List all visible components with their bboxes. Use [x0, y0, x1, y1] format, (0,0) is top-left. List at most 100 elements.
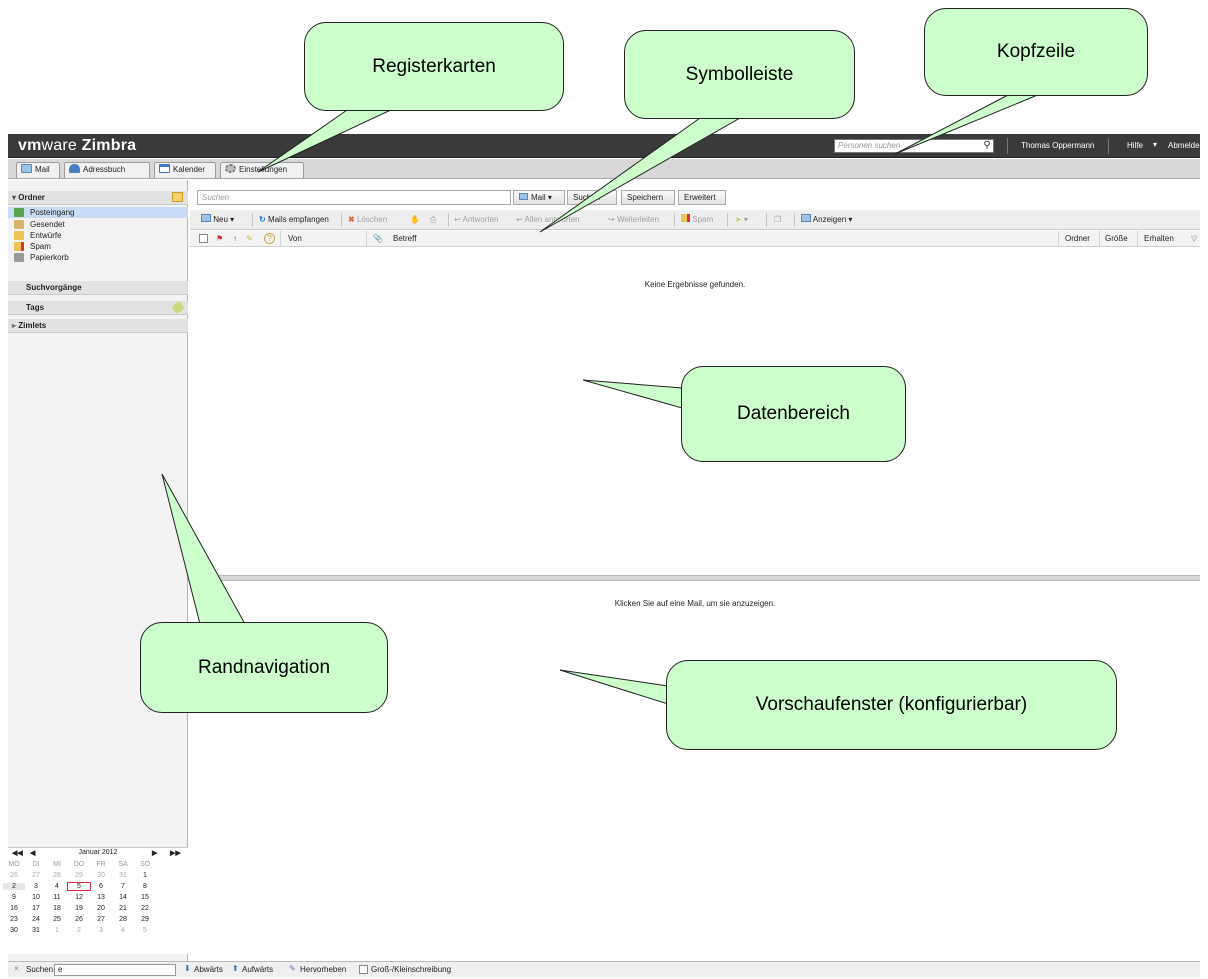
delete-button[interactable]: ✖ Löschen — [348, 214, 387, 226]
new-window-icon[interactable]: ❐ — [774, 214, 781, 226]
attachment-icon[interactable]: 📎 — [373, 234, 383, 244]
user-name-link[interactable]: Thomas Oppermann — [1021, 141, 1094, 150]
calendar-day[interactable]: 25 — [46, 916, 68, 923]
search-icon[interactable]: ⚲ — [980, 139, 994, 153]
next-year-icon[interactable]: ▶▶ — [170, 849, 181, 857]
calendar-day[interactable]: 21 — [112, 905, 134, 912]
search-input[interactable]: Suchen — [197, 190, 511, 205]
arrow-up-icon[interactable]: ⬆ — [232, 964, 239, 973]
tab-mail[interactable]: Mail — [16, 162, 60, 178]
tag-icon[interactable]: ✎ — [246, 234, 253, 244]
calendar-day[interactable]: 30 — [3, 927, 25, 934]
column-subject[interactable]: Betreff — [393, 234, 416, 244]
sidebar-item-sent[interactable]: Gesendet — [8, 219, 188, 230]
spam-button[interactable]: Spam — [681, 214, 713, 226]
forward-button[interactable]: ↪ Weiterleiten — [608, 214, 659, 226]
calendar-day-today[interactable]: 5 — [67, 882, 91, 891]
tab-address-book[interactable]: Adressbuch — [64, 162, 150, 178]
calendar-day[interactable]: 22 — [134, 905, 156, 912]
chevron-down-icon[interactable]: ▾ — [1153, 140, 1157, 149]
next-month-icon[interactable]: ▶ — [152, 849, 157, 857]
find-down-button[interactable]: Abwärts — [194, 965, 223, 974]
calendar-day[interactable]: 17 — [25, 905, 47, 912]
calendar-day[interactable]: 30 — [90, 872, 112, 879]
calendar-day[interactable]: 23 — [3, 916, 25, 923]
new-folder-icon[interactable] — [172, 192, 183, 202]
column-folder[interactable]: Ordner — [1065, 234, 1090, 244]
calendar-day[interactable]: 5 — [134, 927, 156, 934]
sort-icon[interactable]: ▽ — [1191, 234, 1197, 244]
move-icon[interactable]: ✋ — [410, 214, 420, 226]
new-button[interactable]: Neu ▾ — [201, 214, 234, 226]
chevron-right-icon[interactable]: ▸ — [12, 321, 16, 330]
advanced-search-button[interactable]: Erweitert — [678, 190, 726, 205]
people-search-input[interactable]: Personen suchen — [834, 139, 994, 153]
calendar-day[interactable]: 29 — [68, 872, 90, 879]
calendar-day[interactable]: 9 — [3, 894, 25, 901]
search-type-dropdown[interactable]: Mail ▾ — [513, 190, 565, 205]
find-up-button[interactable]: Aufwärts — [242, 965, 273, 974]
zimlets-header[interactable]: ▸ Zimlets — [8, 319, 188, 333]
print-icon[interactable]: ⎙ — [430, 214, 436, 226]
calendar-day[interactable]: 14 — [112, 894, 134, 901]
calendar-day[interactable]: 24 — [25, 916, 47, 923]
reply-all-button[interactable]: ↩ Allen antworten — [516, 214, 580, 226]
calendar-day[interactable]: 1 — [46, 927, 68, 934]
flag-icon[interactable]: ⚑ — [216, 234, 223, 244]
calendar-day[interactable]: 29 — [134, 916, 156, 923]
sidebar-item-drafts[interactable]: Entwürfe — [8, 230, 188, 241]
tags-header[interactable]: Tags — [8, 300, 188, 315]
close-icon[interactable]: × — [14, 964, 19, 973]
find-input[interactable]: e — [54, 964, 176, 976]
highlighter-icon[interactable]: ✎ — [289, 964, 296, 973]
calendar-day[interactable]: 10 — [25, 894, 47, 901]
calendar-day[interactable]: 8 — [134, 883, 156, 890]
calendar-day[interactable]: 3 — [90, 927, 112, 934]
arrow-down-icon[interactable]: ⬇ — [184, 964, 191, 973]
select-all-checkbox[interactable] — [199, 234, 208, 243]
help-menu[interactable]: Hilfe — [1127, 141, 1143, 150]
column-received[interactable]: Erhalten — [1144, 234, 1174, 244]
calendar-day[interactable]: 13 — [90, 894, 112, 901]
calendar-day[interactable]: 19 — [68, 905, 90, 912]
pane-splitter[interactable] — [190, 575, 1200, 581]
calendar-day[interactable]: 31 — [25, 927, 47, 934]
calendar-day[interactable]: 7 — [112, 883, 134, 890]
column-size[interactable]: Größe — [1105, 234, 1128, 244]
calendar-day[interactable]: 12 — [68, 894, 90, 901]
calendar-day[interactable]: 28 — [112, 916, 134, 923]
calendar-day[interactable]: 15 — [134, 894, 156, 901]
calendar-day[interactable]: 26 — [3, 872, 25, 879]
calendar-day[interactable]: 20 — [90, 905, 112, 912]
view-menu[interactable]: Anzeigen ▾ — [801, 214, 852, 226]
calendar-day[interactable]: 16 — [3, 905, 25, 912]
sidebar-item-inbox[interactable]: Posteingang — [8, 207, 188, 218]
column-from[interactable]: Von — [288, 234, 302, 244]
calendar-day[interactable]: 3 — [25, 883, 47, 890]
searches-header[interactable]: Suchvorgänge — [8, 281, 188, 295]
calendar-day[interactable]: 4 — [112, 927, 134, 934]
get-mail-button[interactable]: ↻ Mails empfangen — [259, 214, 329, 226]
calendar-day[interactable]: 27 — [25, 872, 47, 879]
chevron-down-icon[interactable]: ▾ — [12, 193, 16, 202]
calendar-day[interactable]: 28 — [46, 872, 68, 879]
priority-icon[interactable]: ↑ — [233, 234, 237, 244]
calendar-day[interactable]: 11 — [46, 894, 68, 901]
search-button[interactable]: Suchen — [567, 190, 617, 205]
tag-icon[interactable] — [171, 300, 185, 315]
match-case-checkbox[interactable] — [359, 965, 368, 974]
calendar-day[interactable]: 18 — [46, 905, 68, 912]
sidebar-item-spam[interactable]: Spam — [8, 241, 188, 252]
folders-header[interactable]: ▾ Ordner — [8, 191, 188, 205]
calendar-day[interactable]: 1 — [134, 872, 156, 879]
tab-settings[interactable]: Einstellungen — [220, 162, 304, 178]
logout-link[interactable]: Abmelden — [1168, 141, 1204, 150]
tab-calendar[interactable]: Kalender — [154, 162, 216, 178]
calendar-day[interactable]: 26 — [68, 916, 90, 923]
calendar-day[interactable]: 6 — [90, 883, 112, 890]
calendar-day[interactable]: 2 — [68, 927, 90, 934]
highlight-button[interactable]: Hervorheben — [300, 965, 346, 974]
calendar-day[interactable]: 4 — [46, 883, 68, 890]
calendar-day[interactable]: 27 — [90, 916, 112, 923]
calendar-day[interactable]: 31 — [112, 872, 134, 879]
